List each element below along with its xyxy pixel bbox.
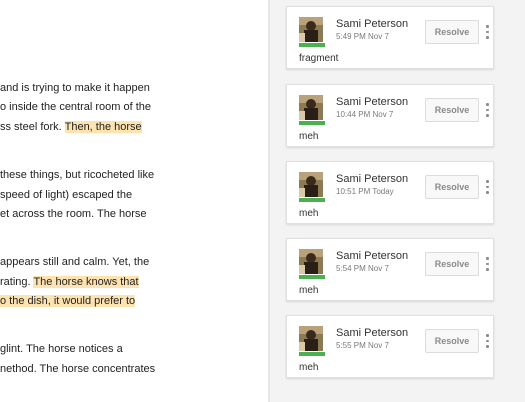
avatar xyxy=(299,249,323,274)
comment-text: meh xyxy=(299,285,319,296)
resolve-button[interactable]: Resolve xyxy=(425,98,479,122)
comment-text: meh xyxy=(299,208,319,219)
comment-card[interactable]: Sami Peterson 10:51 PM Today Resolve meh xyxy=(286,161,494,224)
highlighted-text[interactable]: The horse knows that xyxy=(33,276,139,288)
avatar-status-bar xyxy=(299,198,325,202)
comment-timestamp: 10:51 PM Today xyxy=(336,187,394,196)
comment-text: meh xyxy=(299,362,319,373)
comment-author: Sami Peterson xyxy=(336,18,409,30)
document-line: et across the room. The horse xyxy=(0,207,147,221)
comments-sidebar: Sami Peterson 5:49 PM Nov 7 Resolve fragmen… xyxy=(270,0,525,402)
comment-timestamp: 5:55 PM Nov 7 xyxy=(336,341,389,350)
comment-author: Sami Peterson xyxy=(336,96,409,108)
comment-timestamp: 10:44 PM Nov 7 xyxy=(336,110,394,119)
document-line: speed of light) escaped the xyxy=(0,188,132,202)
comment-card[interactable]: Sami Peterson 5:55 PM Nov 7 Resolve meh xyxy=(286,315,494,378)
comment-timestamp: 5:54 PM Nov 7 xyxy=(336,264,389,273)
text-segment: et across the room. The horse xyxy=(0,208,147,220)
resolve-button[interactable]: Resolve xyxy=(425,252,479,276)
more-vert-icon[interactable] xyxy=(483,101,491,119)
document-line: and is trying to make it happen xyxy=(0,81,150,95)
avatar-status-bar xyxy=(299,43,325,47)
document-line: ss steel fork. Then, the horse xyxy=(0,120,142,134)
avatar-status-bar xyxy=(299,121,325,125)
comment-author: Sami Peterson xyxy=(336,327,409,339)
comment-author: Sami Peterson xyxy=(336,173,409,185)
text-segment: appears still and calm. Yet, the xyxy=(0,256,150,268)
more-vert-icon[interactable] xyxy=(483,178,491,196)
document-line: o inside the central room of the xyxy=(0,100,151,114)
document-line: appears still and calm. Yet, the xyxy=(0,255,149,269)
text-segment: nethod. The horse concentrates xyxy=(0,363,156,375)
text-segment: rating. xyxy=(0,276,34,288)
comment-text: fragment xyxy=(299,53,339,64)
comment-card[interactable]: Sami Peterson 10:44 PM Nov 7 Resolve meh xyxy=(286,84,494,147)
text-segment: speed of light) escaped the xyxy=(0,189,133,201)
more-vert-icon[interactable] xyxy=(483,255,491,273)
avatar xyxy=(299,326,323,351)
document-line: these things, but ricocheted like xyxy=(0,168,154,182)
avatar xyxy=(299,17,323,42)
document-line: glint. The horse notices a xyxy=(0,342,123,356)
text-segment: and is trying to make it happen xyxy=(0,82,150,94)
more-vert-icon[interactable] xyxy=(483,23,491,41)
text-segment: glint. The horse notices a xyxy=(0,343,123,355)
comment-text: meh xyxy=(299,131,319,142)
highlighted-text[interactable]: Then, the horse xyxy=(64,121,142,133)
comment-card[interactable]: Sami Peterson 5:49 PM Nov 7 Resolve fragmen… xyxy=(286,6,494,69)
document-line: rating. The horse knows that xyxy=(0,275,139,289)
avatar xyxy=(299,95,323,120)
resolve-button[interactable]: Resolve xyxy=(425,20,479,44)
resolve-button[interactable]: Resolve xyxy=(425,329,479,353)
text-segment: o inside the central room of the xyxy=(0,101,152,113)
highlighted-text[interactable]: o the dish, it would prefer to xyxy=(0,295,136,307)
document-line: o the dish, it would prefer to xyxy=(0,294,136,308)
text-segment: ss steel fork. xyxy=(0,121,65,133)
document-line: nethod. The horse concentrates xyxy=(0,362,155,376)
document-body[interactable]: and is trying to make it happen o inside … xyxy=(0,0,268,402)
comment-author: Sami Peterson xyxy=(336,250,409,262)
comment-card[interactable]: Sami Peterson 5:54 PM Nov 7 Resolve meh xyxy=(286,238,494,301)
avatar-status-bar xyxy=(299,275,325,279)
avatar-status-bar xyxy=(299,352,325,356)
resolve-button[interactable]: Resolve xyxy=(425,175,479,199)
avatar xyxy=(299,172,323,197)
more-vert-icon[interactable] xyxy=(483,332,491,350)
comment-timestamp: 5:49 PM Nov 7 xyxy=(336,32,389,41)
text-segment: these things, but ricocheted like xyxy=(0,169,155,181)
